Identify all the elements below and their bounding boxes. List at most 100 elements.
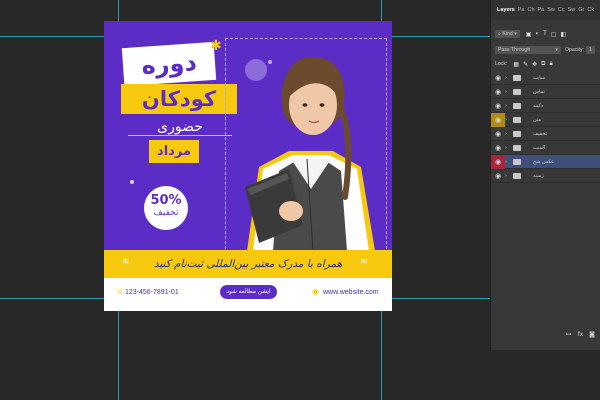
shape-filter-icon[interactable]: ▢ [551,31,557,38]
layer-name: عکس شخ [533,158,555,165]
chevron-right-icon[interactable]: › [505,131,511,137]
smartobject-filter-icon[interactable]: ◧ [560,31,566,38]
tab-cc-libraries[interactable]: Cc [558,7,565,13]
chevron-right-icon[interactable]: › [505,103,511,109]
opacity-label: Opacity: [565,47,585,53]
selection-marquee [225,38,387,259]
lock-artboard-icon[interactable]: ⧉ [541,61,545,68]
tab-styles[interactable]: Sw [568,7,576,13]
folder-icon [513,144,521,151]
lock-paint-icon[interactable]: ✎ [523,61,528,68]
layer-row[interactable]: ◉ › زمینه [491,169,600,183]
layers-panel[interactable]: Layers Pa Ch Pa Sw Cc Sw Gr Ck ⌕ Kind ▾ … [490,0,600,350]
chevron-right-icon[interactable]: › [505,75,511,81]
headline-children: کودکان [121,84,237,114]
panel-footer: ⊶ fx ◙ [491,327,600,341]
filter-icons: ▣ ◐ T ▢ ◧ [526,31,566,38]
layer-row[interactable]: ◉ › دکمه [491,99,600,113]
discount-badge: 50% تخفیف [144,186,188,230]
lock-icons: ▦ ✎ ✥ ⧉ 🔒︎ [513,61,552,68]
globe-icon: ◉ [312,287,319,296]
layer-row[interactable]: ◉ › المنت [491,141,600,155]
tab-character[interactable]: Ck [587,7,594,13]
discount-label: تخفیف [153,208,179,218]
sparkle-icon: ≋ [360,257,368,267]
layer-name: تخفیف [533,130,547,137]
cta-button[interactable]: ایشن مطالعه شود [220,285,277,299]
eye-icon[interactable]: ◉ [491,154,505,169]
layer-row[interactable]: ◉ › تخفیف [491,127,600,141]
discount-percent: 50% [150,193,182,208]
folder-icon [513,172,521,179]
headline-course: دوره [121,41,217,87]
lock-all-icon[interactable]: 🔒︎ [549,61,552,68]
phone-number: 123-456-7891-01 [125,289,179,296]
folder-icon [513,158,521,165]
layer-name: دکمه [533,102,544,109]
eye-icon[interactable]: ◉ [491,99,505,113]
layer-name: زمینه [533,172,544,179]
phone-icon: ☏ [115,287,126,296]
kind-filter[interactable]: ⌕ Kind ▾ [495,30,520,38]
folder-icon [513,116,521,123]
mask-icon[interactable]: ◙ [589,331,595,338]
type-filter-icon[interactable]: T [543,31,547,38]
lock-position-icon[interactable]: ✥ [532,61,537,68]
kind-filter-label: Kind [502,31,513,37]
eye-icon[interactable]: ◉ [491,71,505,85]
layer-row[interactable]: ◉ › سایت [491,71,600,85]
panel-tabs: Layers Pa Ch Pa Sw Cc Sw Gr Ck [491,0,600,20]
lock-transparency-icon[interactable]: ▦ [513,61,519,68]
lock-label: Lock: [495,61,508,67]
headline-in-person: حضوری [157,119,203,135]
opacity-field[interactable]: 1 [586,46,595,54]
folder-icon [513,130,521,137]
layer-name: المنت [533,144,546,151]
tab-swatches[interactable]: Sw [547,7,555,13]
underline [128,135,232,136]
folder-icon [513,74,521,81]
eye-icon[interactable]: ◉ [491,127,505,141]
blend-row: Pass Through ▾ Opacity: 1 [491,44,600,56]
decor-dot [130,180,134,184]
layers-list: ◉ › سایت ◉ › تماس ◉ › دکمه ◉ › متن ◉ › ت… [491,71,600,183]
eye-icon[interactable]: ◉ [491,169,505,183]
layer-name: تماس [533,88,545,95]
chevron-right-icon[interactable]: › [505,159,511,165]
folder-icon [513,102,521,109]
headline-month: مرداد [149,140,199,163]
chevron-right-icon[interactable]: › [505,117,511,123]
adjustment-filter-icon[interactable]: ◐ [535,31,539,38]
folder-icon [513,88,521,95]
artboard[interactable]: دوره ✱ کودکان حضوری مرداد 50% تخفیف همرا… [104,21,392,311]
layer-row[interactable]: ◉ › تماس [491,85,600,99]
filter-row: ⌕ Kind ▾ ▣ ◐ T ▢ ◧ [491,28,600,40]
lock-row: Lock: ▦ ✎ ✥ ⧉ 🔒︎ [491,58,600,70]
pixel-filter-icon[interactable]: ▣ [526,31,532,38]
blend-mode-value: Pass Through [498,47,531,53]
banner-text: همراه با مدرک معتبر بین‌المللی ثبت‌نام ک… [153,258,343,270]
tab-gradients[interactable]: Gr [578,7,584,13]
chevron-down-icon: ▾ [512,31,517,37]
blend-mode-select[interactable]: Pass Through ▾ [495,46,561,54]
star-icon: ✱ [210,38,222,54]
layer-name: سایت [533,74,546,81]
chevron-right-icon[interactable]: › [505,145,511,151]
chevron-right-icon[interactable]: › [505,173,511,179]
tab-paragraph[interactable]: Pa [538,7,545,13]
layer-row[interactable]: ◉ › متن [491,112,600,127]
website-url: www.website.com [323,289,379,296]
fx-icon[interactable]: fx [578,331,584,338]
eye-icon[interactable]: ◉ [491,141,505,155]
layer-row-selected[interactable]: ◉ › عکس شخ [491,154,600,169]
link-icon[interactable]: ⊶ [566,331,572,338]
chevron-right-icon[interactable]: › [505,89,511,95]
tab-channels[interactable]: Ch [527,7,534,13]
eye-icon[interactable]: ◉ [491,85,505,99]
tab-paths[interactable]: Pa [518,7,525,13]
canvas-workspace[interactable]: دوره ✱ کودکان حضوری مرداد 50% تخفیف همرا… [0,0,490,400]
chevron-down-icon: ▾ [555,47,558,53]
eye-icon[interactable]: ◉ [491,112,505,127]
sparkle-icon: ≋ [122,257,130,267]
tab-layers[interactable]: Layers [497,7,515,13]
